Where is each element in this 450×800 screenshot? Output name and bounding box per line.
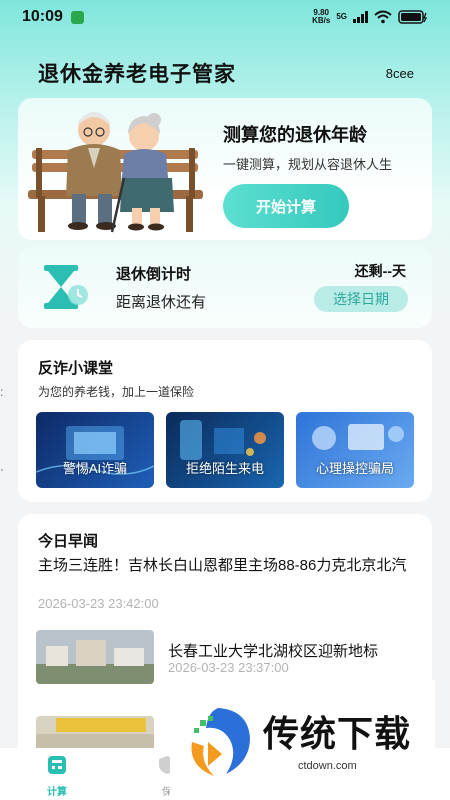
anti-fraud-card: 反诈小课堂 为您的养老钱，加上一道保险 警惕AI诈骗 拒绝陌生来电 心理操控骗局 — [18, 340, 432, 502]
net-speed: 9.80 KB/s — [312, 8, 331, 25]
news-thumbnail[interactable] — [36, 630, 154, 684]
ctdown-logo-icon — [191, 708, 250, 776]
watermark-overlay: 传统下载 ctdown.com — [170, 680, 435, 795]
notification-icon — [70, 10, 84, 24]
status-bar: 10:09 9.80 KB/s 5G — [0, 0, 450, 34]
fraud-title: 反诈小课堂 — [38, 360, 114, 377]
calculator-icon — [48, 756, 66, 774]
wifi-icon — [374, 10, 392, 24]
fraud-subtitle: 为您的养老钱，加上一道保险 — [38, 385, 195, 399]
elderly-couple-illustration — [28, 112, 203, 233]
tile-label: 心理操控骗局 — [315, 461, 394, 476]
news-item-time: 2026-03-23 23:42:00 — [38, 596, 159, 611]
tile-label: 警惕AI诈骗 — [62, 461, 128, 476]
tile-label: 拒绝陌生来电 — [185, 461, 264, 476]
hourglass-icon — [44, 265, 88, 309]
news-item-headline[interactable]: 主场三连胜！吉林长白山恩都里主场88-86力克北京北汽 — [38, 556, 408, 576]
battery-icon — [398, 10, 428, 24]
header-code: 8cee — [385, 65, 414, 81]
signal-icon — [353, 11, 368, 23]
news-thumbnail[interactable] — [36, 716, 154, 752]
tab-label: 计算 — [47, 787, 67, 798]
countdown-title: 退休倒计时 — [116, 266, 192, 283]
calc-title: 测算您的退休年龄 — [223, 125, 367, 145]
retirement-calc-card: 测算您的退休年龄 一键测算，规划从容退休人生 开始计算 — [18, 98, 432, 240]
network-type: 5G — [336, 12, 347, 21]
countdown-subtitle: 距离退休还有 — [116, 294, 207, 311]
news-item-headline[interactable]: 长春工业大学北湖校区迎新地标 — [168, 640, 378, 661]
watermark-url: ctdown.com — [298, 760, 357, 772]
watermark-text: 传统下载 — [263, 713, 412, 754]
status-time: 10:09 — [22, 8, 63, 25]
fraud-tile-psych-manipulation[interactable]: 心理操控骗局 — [296, 412, 414, 488]
edge-mark: · — [0, 462, 4, 476]
edge-mark: : — [0, 385, 4, 399]
start-calc-button[interactable]: 开始计算 — [223, 184, 349, 228]
countdown-remaining: 还剩--天 — [354, 263, 406, 279]
select-date-button[interactable]: 选择日期 — [314, 286, 408, 312]
fraud-tile-ai-scam[interactable]: 警惕AI诈骗 — [36, 412, 154, 488]
fraud-tile-stranger-call[interactable]: 拒绝陌生来电 — [166, 412, 284, 488]
news-item-time: 2026-03-23 23:37:00 — [168, 660, 289, 675]
app-title: 退休金养老电子管家 — [38, 63, 236, 86]
calc-subtitle: 一键测算，规划从容退休人生 — [223, 157, 393, 172]
retirement-countdown-card: 退休倒计时 距离退休还有 还剩--天 选择日期 — [18, 246, 432, 328]
app-header: 退休金养老电子管家 8cee — [38, 58, 414, 88]
tab-calculate[interactable]: 计算 — [27, 754, 87, 798]
news-title: 今日早闻 — [38, 533, 99, 550]
